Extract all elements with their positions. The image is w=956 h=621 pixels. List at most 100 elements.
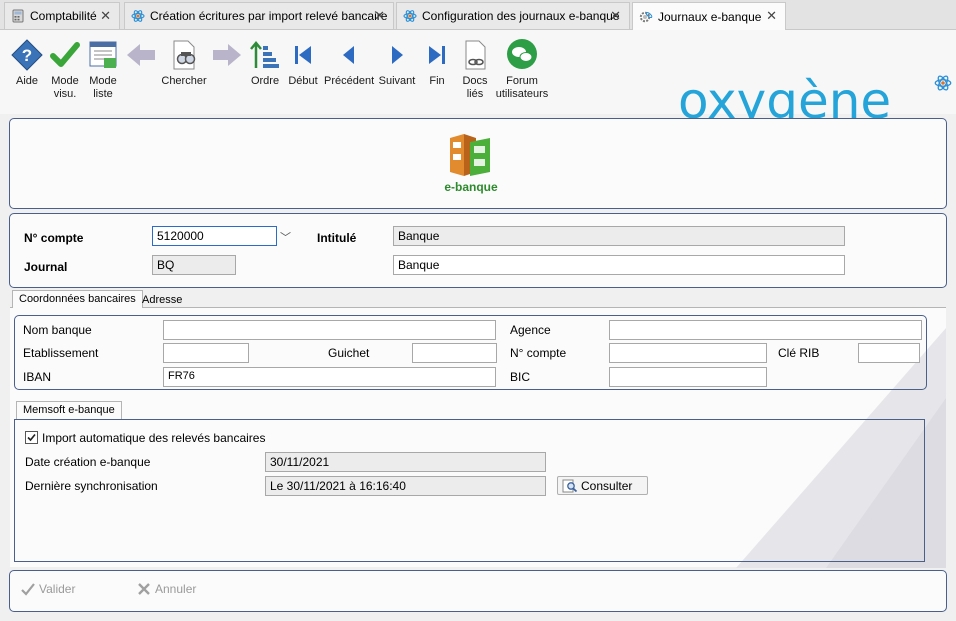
chercher-button[interactable]: Chercher <box>160 38 208 88</box>
tab-label: Journaux e-banque <box>658 9 762 24</box>
mode-liste-button[interactable]: Mode liste <box>84 38 122 101</box>
previous-icon <box>343 46 354 64</box>
next-record-arrow-button[interactable] <box>210 38 244 75</box>
import-auto-label: Import automatique des relevés bancaires <box>42 431 266 445</box>
valider-label: Valider <box>39 582 76 596</box>
mode-visu-button[interactable]: Mode visu. <box>46 38 84 101</box>
forum-utilisateurs-button[interactable]: Forum utilisateurs <box>494 38 550 101</box>
mode-visu-label: Mode visu. <box>51 75 79 100</box>
precedent-button[interactable]: Précédent <box>324 38 374 88</box>
iban-input[interactable]: FR76 <box>163 367 496 387</box>
date-creation-field: 30/11/2021 <box>265 452 546 472</box>
consulter-button[interactable]: Consulter <box>557 476 648 495</box>
etablissement-input[interactable] <box>163 343 249 363</box>
close-icon[interactable]: ✕ <box>766 8 777 24</box>
gear-atom-icon <box>639 11 653 22</box>
agence-input[interactable] <box>609 320 922 340</box>
aide-label: Aide <box>15 75 39 87</box>
etablissement-label: Etablissement <box>23 346 99 360</box>
tab-label: Configuration des journaux e-banque <box>422 9 620 23</box>
suivant-button[interactable]: Suivant <box>378 38 416 88</box>
annuler-button[interactable]: Annuler <box>136 582 196 596</box>
close-icon[interactable]: ✕ <box>610 8 621 24</box>
close-icon[interactable]: ✕ <box>100 8 111 24</box>
nom-banque-label: Nom banque <box>23 323 92 337</box>
mode-liste-label: Mode liste <box>89 75 117 100</box>
bank-n-compte-label: N° compte <box>510 346 567 360</box>
tab-comptabilite[interactable]: Comptabilité ✕ <box>4 2 120 29</box>
journal-field: BQ <box>152 255 236 275</box>
checkmark-icon <box>50 42 80 67</box>
close-icon <box>138 583 150 595</box>
tab-label: Création écritures par import relevé ban… <box>150 9 388 23</box>
magnifier-icon <box>562 479 578 492</box>
tab-adresse[interactable]: Adresse <box>136 292 188 310</box>
document-tab-bar: Comptabilité ✕ Création écritures par im… <box>0 0 956 30</box>
ebanque-label: e-banque <box>444 180 498 194</box>
atom-icon <box>403 10 417 22</box>
agence-label: Agence <box>510 323 551 337</box>
forum-label: Forum utilisateurs <box>495 75 549 100</box>
svg-text:?: ? <box>22 46 32 65</box>
arrow-right-icon <box>213 44 241 66</box>
atom-logo-icon <box>934 75 952 91</box>
docs-lies-button[interactable]: Docs liés <box>458 38 492 101</box>
checkmark-icon <box>21 583 35 596</box>
tab-memsoft-ebanque[interactable]: Memsoft e-banque <box>16 401 122 419</box>
journal-name-input[interactable]: Banque <box>393 255 845 275</box>
debut-label: Début <box>288 75 318 87</box>
ordre-button[interactable]: Ordre <box>248 38 282 88</box>
first-record-icon <box>295 46 311 64</box>
sort-order-icon <box>250 41 279 68</box>
precedent-label: Précédent <box>324 75 375 87</box>
account-panel <box>9 213 947 288</box>
tab-creation-ecritures[interactable]: Création écritures par import relevé ban… <box>124 2 394 29</box>
import-auto-checkbox[interactable] <box>25 431 38 444</box>
chercher-label: Chercher <box>161 75 207 87</box>
derniere-sync-field: Le 30/11/2021 à 16:16:40 <box>265 476 546 496</box>
bic-input[interactable] <box>609 367 767 387</box>
calculator-icon <box>12 9 24 23</box>
valider-button[interactable]: Valider <box>20 582 75 596</box>
n-compte-input[interactable]: 5120000 <box>152 226 277 246</box>
cle-rib-input[interactable] <box>858 343 920 363</box>
tab-coordonnees-bancaires[interactable]: Coordonnées bancaires <box>12 290 143 308</box>
suivant-label: Suivant <box>378 75 416 87</box>
ordre-label: Ordre <box>250 75 280 87</box>
ebanque-logo-icon <box>450 134 490 176</box>
intitule-label: Intitulé <box>317 231 357 245</box>
tab-configuration-journaux[interactable]: Configuration des journaux e-banque ✕ <box>396 2 630 29</box>
tab-label: Comptabilité <box>30 9 97 23</box>
nom-banque-input[interactable] <box>163 320 496 340</box>
arrow-left-icon <box>127 44 155 66</box>
tab-journaux-ebanque[interactable]: Journaux e-banque ✕ <box>632 2 786 30</box>
forum-chat-icon <box>507 39 537 69</box>
guichet-label: Guichet <box>328 346 370 360</box>
close-icon[interactable]: ✕ <box>374 8 385 24</box>
cle-rib-label: Clé RIB <box>778 346 820 360</box>
n-compte-label: N° compte <box>24 231 84 245</box>
search-document-icon <box>173 40 196 70</box>
annuler-label: Annuler <box>155 582 197 596</box>
atom-icon <box>131 10 145 22</box>
next-icon <box>392 46 403 64</box>
last-record-icon <box>429 46 445 64</box>
guichet-input[interactable] <box>412 343 497 363</box>
debut-button[interactable]: Début <box>286 38 320 88</box>
fin-label: Fin <box>429 75 445 87</box>
toolbar: ? Aide Mode visu. Mode liste Chercher Or… <box>0 30 956 126</box>
chevron-down-icon[interactable]: ﹀ <box>280 229 291 245</box>
help-icon: ? <box>11 39 43 71</box>
checkbox-check-icon <box>27 433 36 442</box>
date-creation-label: Date création e-banque <box>25 455 151 469</box>
bank-n-compte-input[interactable] <box>609 343 767 363</box>
docs-lies-label: Docs liés <box>462 75 488 100</box>
bic-label: BIC <box>510 370 531 384</box>
list-view-icon <box>89 41 117 68</box>
fin-button[interactable]: Fin <box>420 38 454 88</box>
derniere-sync-label: Dernière synchronisation <box>25 479 158 493</box>
aide-button[interactable]: ? Aide <box>8 38 46 88</box>
linked-documents-icon <box>465 40 486 70</box>
consulter-label: Consulter <box>581 478 633 493</box>
previous-record-arrow-button[interactable] <box>124 38 158 75</box>
